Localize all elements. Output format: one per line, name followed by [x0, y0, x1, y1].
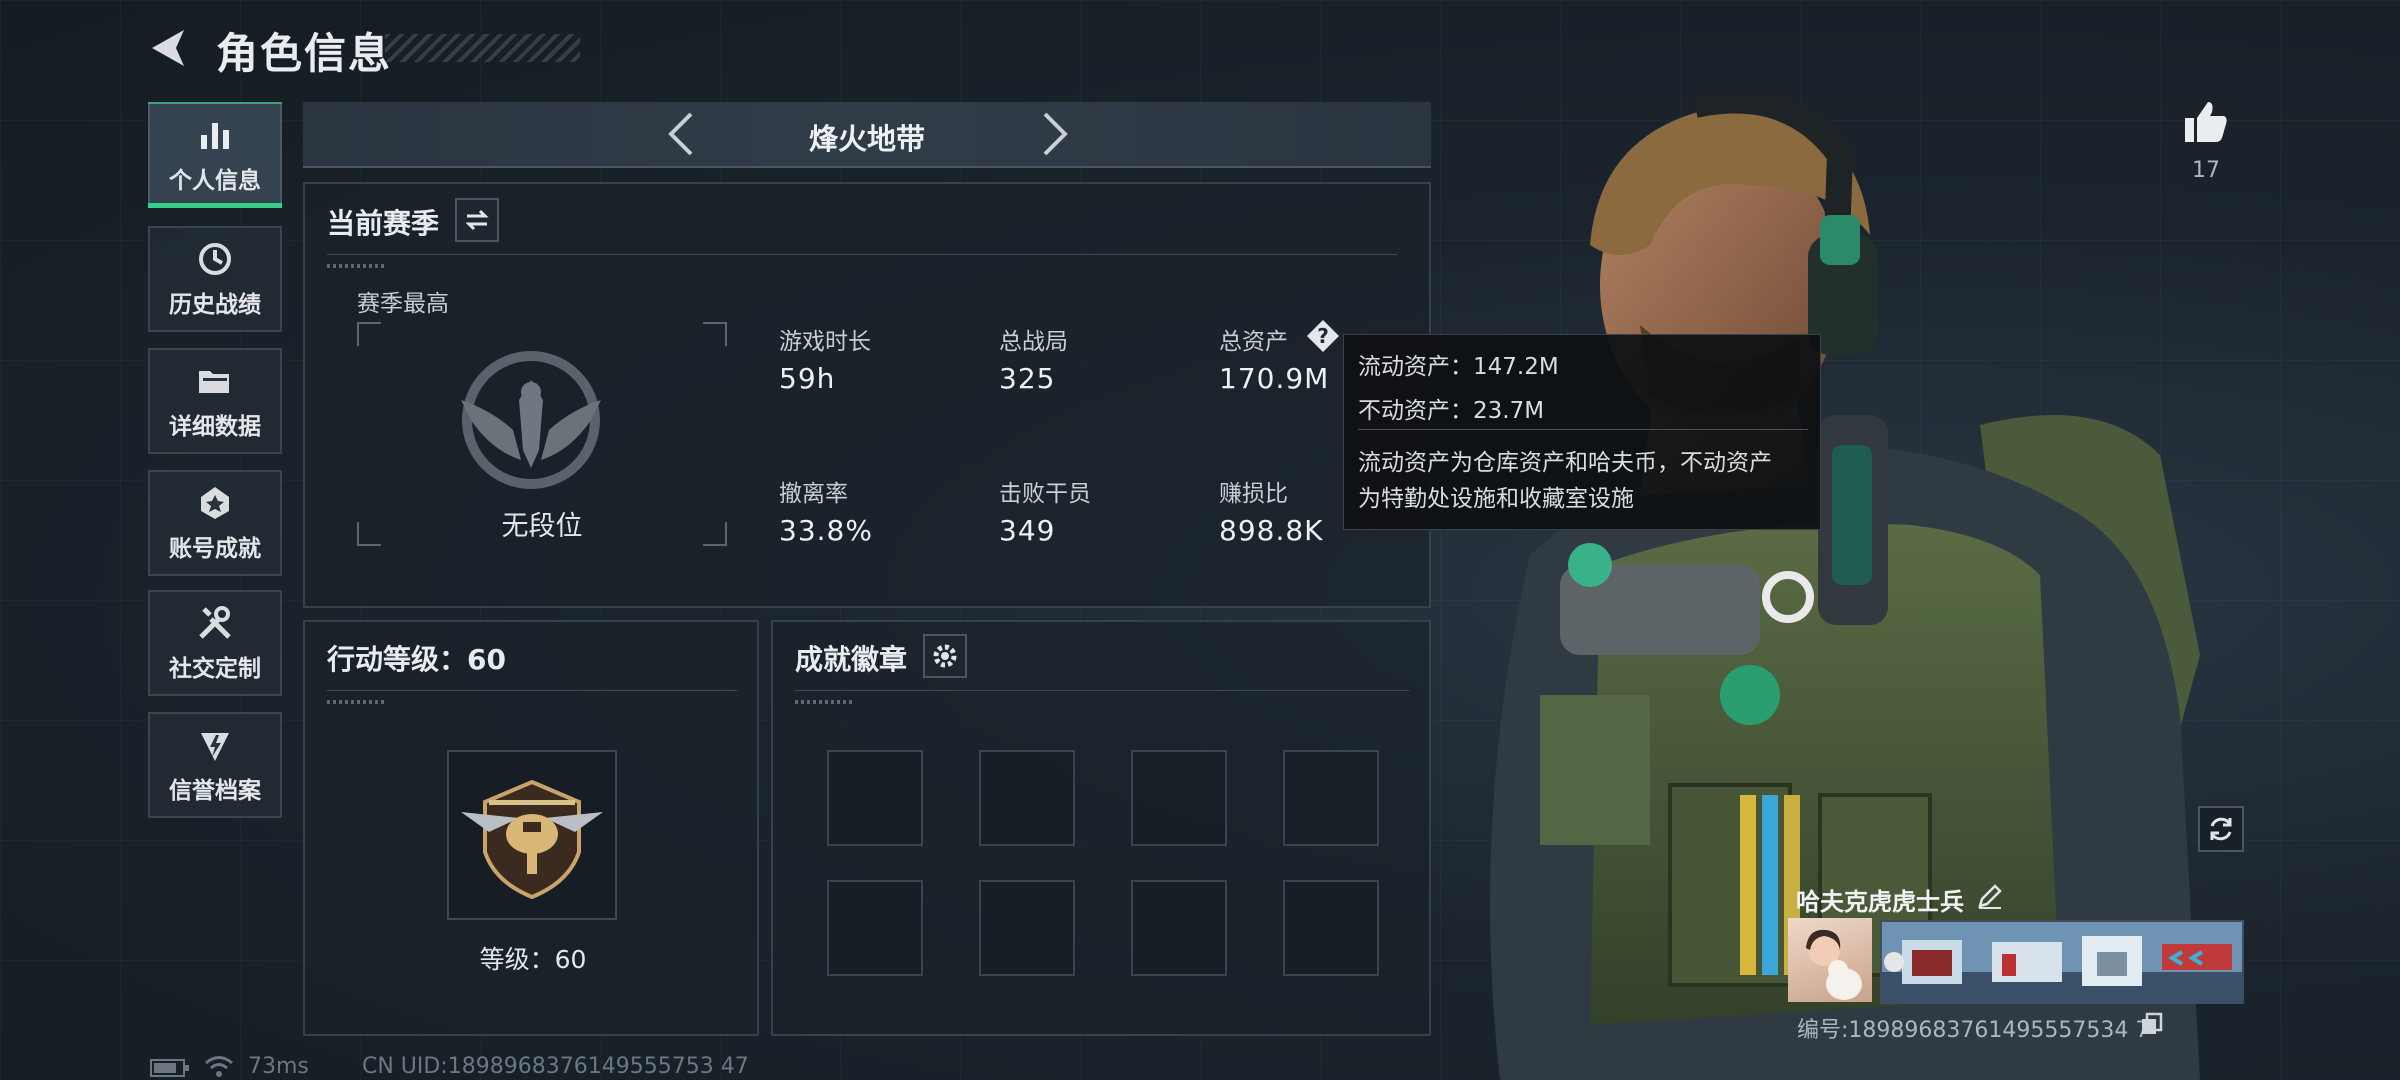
history-clock-icon: [199, 243, 231, 275]
tools-icon: [199, 606, 231, 639]
badge-slot[interactable]: [1131, 750, 1227, 846]
sidebar-item-label: 社交定制: [169, 656, 261, 682]
stat-value: 898.8K: [1219, 514, 1324, 547]
title-decoration: [385, 34, 580, 62]
sidebar-item-label: 个人信息: [169, 168, 261, 194]
stat-value: 349: [999, 514, 1056, 547]
divider: [795, 690, 1409, 691]
sidebar-item-personal-info[interactable]: 个人信息: [148, 102, 282, 208]
frame-corner: [357, 322, 381, 346]
tooltip-divider: [1358, 429, 1808, 430]
season-title: 当前赛季: [327, 207, 440, 240]
chevron-right-icon[interactable]: [1029, 110, 1077, 158]
copy-icon[interactable]: [2140, 1012, 2164, 1036]
avatar[interactable]: [1788, 918, 1872, 1002]
badge-slot[interactable]: [1283, 750, 1379, 846]
badge-slot[interactable]: [1131, 880, 1227, 976]
stat-label: 总资产: [1219, 329, 1288, 355]
badge-slot[interactable]: [827, 750, 923, 846]
action-level-panel: 行动等级：60 等级：60: [303, 620, 759, 1036]
player-banner[interactable]: [1880, 920, 2244, 1004]
ping-text: 73ms: [248, 1054, 309, 1079]
edit-pencil-icon[interactable]: [1976, 882, 2004, 910]
badge-slot[interactable]: [827, 880, 923, 976]
sidebar-item-label: 详细数据: [169, 414, 261, 440]
divider: [327, 690, 737, 691]
frame-corner: [703, 322, 727, 346]
stat-label: 撤离率: [779, 481, 848, 507]
page-title: 角色信息: [216, 29, 393, 78]
season-switch-button[interactable]: [455, 198, 499, 242]
mode-title: 烽火地带: [808, 122, 925, 156]
swap-icon: [465, 209, 489, 231]
avatar-portrait-icon: [1806, 929, 1862, 1000]
badge-settings-button[interactable]: [923, 634, 967, 678]
battery-icon: [150, 1059, 189, 1077]
sidebar-item-achievements[interactable]: 账号成就: [148, 470, 282, 576]
rank-label: 无段位: [501, 511, 583, 542]
mode-switcher: 烽火地带: [303, 102, 1431, 168]
divider-decoration: [327, 264, 387, 268]
divider-decoration: [327, 700, 387, 704]
badge-slot[interactable]: [979, 880, 1075, 976]
like-count: 17: [2192, 158, 2220, 183]
divider-decoration: [795, 700, 855, 704]
thumbs-up-icon[interactable]: [2182, 98, 2230, 146]
action-level-title: 行动等级：60: [327, 643, 506, 676]
stat-label: 游戏时长: [779, 329, 871, 355]
player-id: 编号:18989683761495557534 7: [1797, 1018, 2150, 1043]
level-label: 等级：60: [479, 945, 587, 974]
help-icon[interactable]: ?: [1305, 318, 1341, 354]
tooltip-description: 流动资产为仓库资产和哈夫币，不动资产: [1358, 450, 1772, 476]
achievement-icon: [201, 487, 229, 519]
folder-icon: [199, 371, 229, 393]
badge-slot[interactable]: [1283, 880, 1379, 976]
season-best-label: 赛季最高: [357, 291, 449, 317]
helicopter-badge-icon: [461, 779, 603, 900]
uid-text: CN UID:1898968376149555753 47: [362, 1054, 749, 1079]
gear-icon: [933, 644, 957, 668]
rotate-model-button[interactable]: [2198, 806, 2244, 852]
achievement-badges-panel: 成就徽章: [771, 620, 1431, 1036]
stat-value: 33.8%: [779, 514, 873, 547]
player-name: 哈夫克虎虎士兵: [1796, 888, 1964, 916]
stat-value: 170.9M: [1219, 362, 1330, 395]
sidebar-item-history[interactable]: 历史战绩: [148, 226, 282, 332]
pixel-banner-icon: [1882, 922, 2242, 1002]
season-panel: 当前赛季 赛季最高 无段位 游戏时长 59h 总战局 325 总资产 170.9…: [303, 182, 1431, 608]
bar-chart-icon: [201, 123, 229, 149]
back-arrow-icon[interactable]: [146, 26, 190, 70]
tooltip-fixed-assets: 不动资产：23.7M: [1358, 398, 1545, 424]
badge-slot[interactable]: [979, 750, 1075, 846]
stat-value: 59h: [779, 362, 836, 395]
sidebar-item-label: 信誉档案: [169, 778, 261, 804]
sidebar-item-label: 历史战绩: [169, 292, 261, 318]
achievement-badges-title: 成就徽章: [795, 643, 908, 676]
rank-emblem-icon: [461, 351, 601, 489]
tooltip-liquid-assets: 流动资产：147.2M: [1358, 354, 1559, 380]
sidebar-item-label: 账号成就: [169, 536, 261, 562]
stat-label: 总战局: [999, 329, 1068, 355]
tooltip-description: 为特勤处设施和收藏室设施: [1358, 486, 1634, 512]
wifi-icon: [205, 1056, 233, 1077]
level-emblem-frame[interactable]: [447, 750, 617, 920]
asset-tooltip: 流动资产：147.2M 不动资产：23.7M 流动资产为仓库资产和哈夫币，不动资…: [1343, 334, 1821, 530]
stat-label: 赚损比: [1219, 481, 1288, 507]
svg-text:?: ?: [1317, 324, 1329, 348]
divider: [327, 254, 1397, 255]
sidebar-item-social[interactable]: 社交定制: [148, 590, 282, 696]
sidebar-item-reputation[interactable]: 信誉档案: [148, 712, 282, 818]
stat-value: 325: [999, 362, 1056, 395]
shield-lightning-icon: [201, 733, 229, 761]
sidebar-item-detailed-data[interactable]: 详细数据: [148, 348, 282, 454]
refresh-icon: [2210, 817, 2232, 841]
stat-label: 击败干员: [999, 481, 1091, 507]
